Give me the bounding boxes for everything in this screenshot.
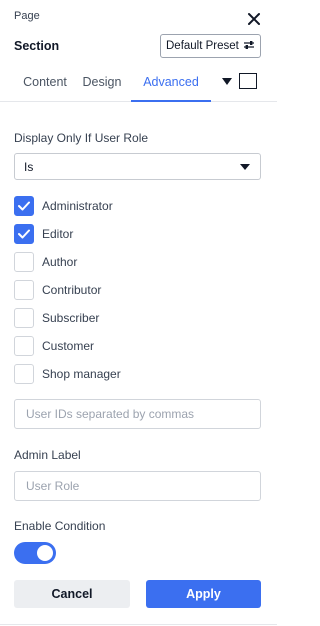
caret-down-icon[interactable] [222, 78, 232, 86]
role-label: Contributor [42, 283, 102, 297]
user-ids-input[interactable] [14, 399, 261, 429]
role-checkbox[interactable] [14, 336, 34, 356]
breadcrumb: Page [14, 10, 40, 22]
user-role-label: Display Only If User Role [14, 131, 149, 145]
role-item-editor[interactable]: Editor [14, 220, 264, 248]
close-icon [248, 13, 260, 25]
role-checkbox-list: Administrator Editor Author Contributor … [14, 192, 264, 388]
role-checkbox[interactable] [14, 196, 34, 216]
cancel-button[interactable]: Cancel [14, 580, 130, 608]
role-item-subscriber[interactable]: Subscriber [14, 304, 264, 332]
checkmark-icon [18, 229, 30, 239]
square-icon[interactable] [239, 73, 257, 89]
admin-label-input[interactable] [14, 471, 261, 501]
close-button[interactable] [246, 11, 262, 27]
role-checkbox[interactable] [14, 252, 34, 272]
admin-label-heading: Admin Label [14, 448, 81, 462]
sliders-icon [243, 40, 254, 53]
toggle-knob [37, 545, 53, 561]
preset-dropdown-button[interactable]: Default Preset [160, 34, 261, 58]
role-checkbox[interactable] [14, 364, 34, 384]
role-item-author[interactable]: Author [14, 248, 264, 276]
role-checkbox[interactable] [14, 224, 34, 244]
role-item-customer[interactable]: Customer [14, 332, 264, 360]
role-item-shop-manager[interactable]: Shop manager [14, 360, 264, 388]
caret-down-icon [240, 164, 250, 170]
role-label: Editor [42, 227, 74, 241]
tab-design[interactable]: Design [80, 64, 124, 102]
checkmark-icon [18, 201, 30, 211]
enable-condition-label: Enable Condition [14, 519, 106, 533]
tab-bar: Content Design Advanced [0, 64, 277, 102]
role-item-administrator[interactable]: Administrator [14, 192, 264, 220]
role-label: Shop manager [42, 367, 121, 381]
tab-advanced[interactable]: Advanced [131, 64, 211, 102]
divider [0, 624, 277, 625]
operator-select[interactable]: Is [14, 153, 261, 180]
operator-value: Is [24, 159, 34, 174]
apply-button[interactable]: Apply [146, 580, 261, 608]
role-checkbox[interactable] [14, 280, 34, 300]
enable-condition-toggle[interactable] [14, 542, 56, 564]
role-label: Subscriber [42, 311, 100, 325]
role-label: Administrator [42, 199, 113, 213]
role-checkbox[interactable] [14, 308, 34, 328]
tab-content[interactable]: Content [14, 64, 76, 102]
section-title: Section [14, 39, 60, 53]
role-label: Customer [42, 339, 95, 353]
role-label: Author [42, 255, 78, 269]
role-item-contributor[interactable]: Contributor [14, 276, 264, 304]
preset-label: Default Preset [166, 40, 239, 52]
